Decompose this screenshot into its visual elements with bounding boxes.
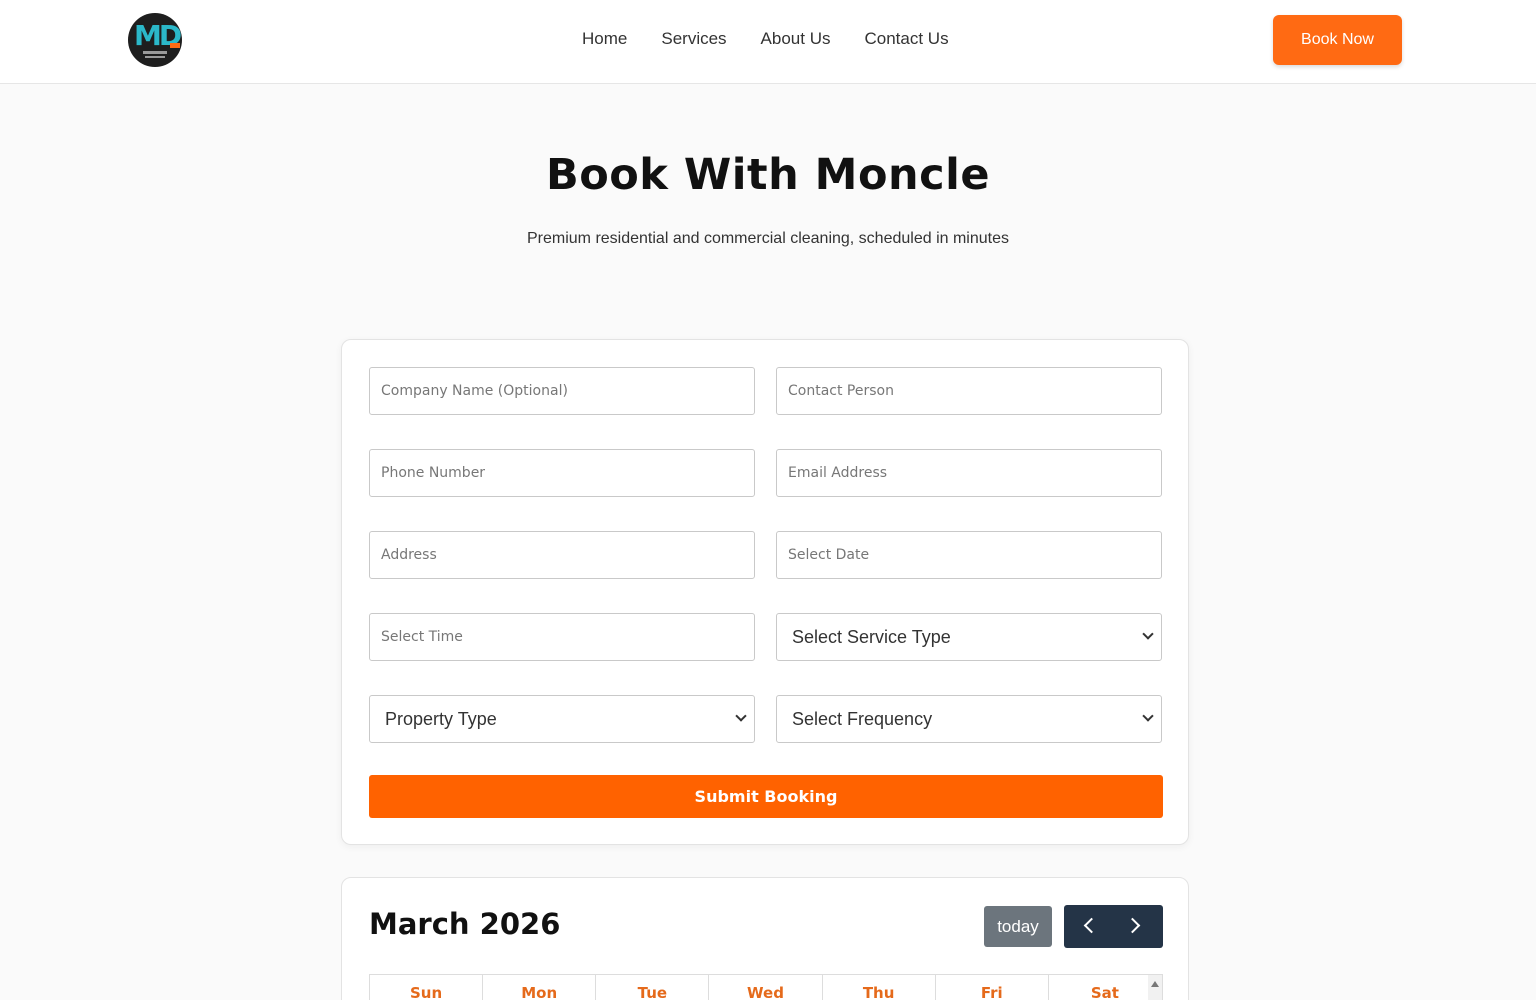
weekday-label: Sat xyxy=(1049,975,1162,1000)
chevron-left-icon xyxy=(1083,917,1100,934)
service-type-value: Select Service Type xyxy=(792,627,951,647)
frequency-select[interactable]: Select Frequency xyxy=(776,695,1162,743)
nav-link-home[interactable]: Home xyxy=(582,29,627,49)
next-month-button[interactable] xyxy=(1114,905,1163,948)
booking-form: Company Name (Optional) Contact Person P… xyxy=(341,339,1189,845)
contact-person-input[interactable]: Contact Person xyxy=(776,367,1162,415)
nav-link-contact-us[interactable]: Contact Us xyxy=(864,29,948,49)
phone-number-input[interactable]: Phone Number xyxy=(369,449,755,497)
date-picker-input[interactable]: Select Date xyxy=(776,531,1162,579)
chevron-right-icon xyxy=(1124,917,1141,934)
weekday-header: Sun Mon Tue Wed Thu Fri Sat xyxy=(369,974,1163,1000)
time-picker-input[interactable]: Select Time xyxy=(369,613,755,661)
nav-link-services[interactable]: Services xyxy=(661,29,726,49)
weekday-label: Fri xyxy=(936,975,1049,1000)
book-now-button[interactable]: Book Now xyxy=(1273,15,1402,65)
weekday-label: Sun xyxy=(370,975,484,1000)
today-button[interactable]: today xyxy=(984,906,1052,947)
submit-booking-button[interactable]: Submit Booking xyxy=(369,775,1163,818)
page-subtitle: Premium residential and commercial clean… xyxy=(526,230,1009,247)
weekday-label: Wed xyxy=(709,975,823,1000)
logo-tagline-line xyxy=(143,51,167,54)
chevron-down-icon xyxy=(1142,628,1154,640)
logo-accent-bar xyxy=(170,43,180,48)
calendar-scrollbar[interactable] xyxy=(1148,975,1162,1000)
company-logo[interactable]: MD xyxy=(128,13,182,67)
frequency-value: Select Frequency xyxy=(792,709,933,729)
service-type-select[interactable]: Select Service Type xyxy=(776,613,1162,661)
weekday-label: Thu xyxy=(823,975,936,1000)
email-address-input[interactable]: Email Address xyxy=(776,449,1162,497)
address-input[interactable]: Address xyxy=(369,531,755,579)
logo-tagline-line xyxy=(145,56,165,58)
top-navbar: MD Home Services About Us Contact Us Boo… xyxy=(0,0,1536,84)
property-type-select[interactable]: Property Type xyxy=(369,695,755,743)
main-menu: Home Services About Us Contact Us xyxy=(582,29,983,49)
nav-link-about-us[interactable]: About Us xyxy=(761,29,831,49)
weekday-label: Tue xyxy=(596,975,710,1000)
previous-month-button[interactable] xyxy=(1064,905,1113,948)
chevron-down-icon xyxy=(735,710,747,722)
booking-calendar: March 2026 today Sun Mon Tue Wed Thu Fri… xyxy=(341,877,1189,1000)
page-title: Book With Moncle xyxy=(545,150,991,200)
chevron-down-icon xyxy=(1142,710,1154,722)
property-type-value: Property Type xyxy=(385,709,497,729)
calendar-month-title: March 2026 xyxy=(369,907,561,941)
company-name-input[interactable]: Company Name (Optional) xyxy=(369,367,755,415)
month-navigation xyxy=(1064,905,1163,948)
weekday-label: Mon xyxy=(483,975,597,1000)
